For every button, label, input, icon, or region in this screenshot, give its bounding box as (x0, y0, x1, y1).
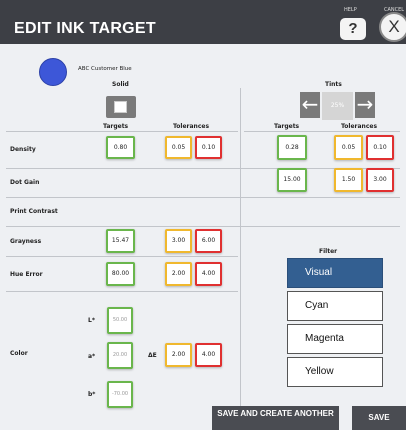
row-label-grayness: Grayness (10, 238, 42, 245)
cancel-icon[interactable]: X (379, 12, 406, 42)
solid-label: Solid (112, 81, 129, 88)
hue-error-tol-low[interactable]: 2.00 (165, 262, 192, 286)
b-star-label: b* (88, 391, 96, 398)
solid-tolerances-header: Tolerances (173, 123, 210, 130)
save-and-create-another-button[interactable]: SAVE AND CREATE ANOTHER (212, 406, 339, 430)
tints-label: Tints (325, 81, 342, 88)
a-star-label: a* (88, 353, 96, 360)
density-solid-tol-high[interactable]: 0.10 (195, 136, 222, 159)
page-title: EDIT INK TARGET (14, 20, 156, 37)
row-label-density: Density (10, 146, 36, 153)
delta-e-label: ΔE (148, 352, 157, 359)
tint-next-icon[interactable]: → (355, 92, 375, 118)
save-button[interactable]: SAVE (352, 406, 406, 430)
tint-tolerances-header: Tolerances (341, 123, 378, 130)
tint-prev-icon[interactable]: ← (300, 92, 320, 118)
delta-e-tol-high[interactable]: 4.00 (195, 343, 222, 367)
hue-error-target[interactable]: 80.00 (106, 262, 135, 286)
solid-targets-header: Targets (103, 123, 129, 130)
l-star-label: L* (88, 317, 95, 324)
grayness-target[interactable]: 15.47 (106, 229, 135, 253)
ink-color-swatch[interactable] (39, 58, 67, 86)
row-label-print-contrast: Print Contrast (10, 208, 58, 215)
grayness-tol-high[interactable]: 6.00 (195, 229, 222, 253)
density-solid-target[interactable]: 0.80 (106, 136, 135, 159)
tint-targets-header: Targets (274, 123, 300, 130)
density-tint-tol-high[interactable]: 0.10 (366, 135, 394, 160)
a-star-value[interactable]: 20.00 (107, 342, 133, 369)
density-solid-tol-low[interactable]: 0.05 (165, 136, 192, 159)
help-label: HELP (344, 7, 357, 13)
density-tint-target[interactable]: 0.28 (277, 135, 307, 160)
solid-swatch (106, 96, 136, 118)
density-tint-tol-low[interactable]: 0.05 (334, 135, 363, 160)
row-label-dot-gain: Dot Gain (10, 179, 40, 186)
grayness-tol-low[interactable]: 3.00 (165, 229, 192, 253)
filter-option-visual[interactable]: Visual (287, 258, 383, 288)
filter-option-yellow[interactable]: Yellow (287, 357, 383, 387)
dot-gain-tint-tol-low[interactable]: 1.50 (334, 168, 363, 192)
help-icon[interactable]: ? (340, 18, 366, 40)
tint-percent: 25% (322, 92, 353, 120)
b-star-value[interactable]: -70.00 (107, 381, 133, 408)
l-star-value[interactable]: 50.00 (107, 307, 133, 334)
filter-option-magenta[interactable]: Magenta (287, 324, 383, 354)
filter-option-cyan[interactable]: Cyan (287, 291, 383, 321)
row-label-color: Color (10, 350, 28, 357)
header-bar: EDIT INK TARGET HELP CANCEL ? X (0, 0, 406, 44)
dot-gain-tint-tol-high[interactable]: 3.00 (366, 168, 394, 192)
filter-label: Filter (319, 248, 338, 255)
delta-e-tol-low[interactable]: 2.00 (165, 343, 192, 367)
dot-gain-tint-target[interactable]: 15.00 (277, 168, 307, 192)
ink-name: ABC Customer Blue (78, 66, 132, 72)
hue-error-tol-high[interactable]: 4.00 (195, 262, 222, 286)
row-label-hue-error: Hue Error (10, 271, 43, 278)
